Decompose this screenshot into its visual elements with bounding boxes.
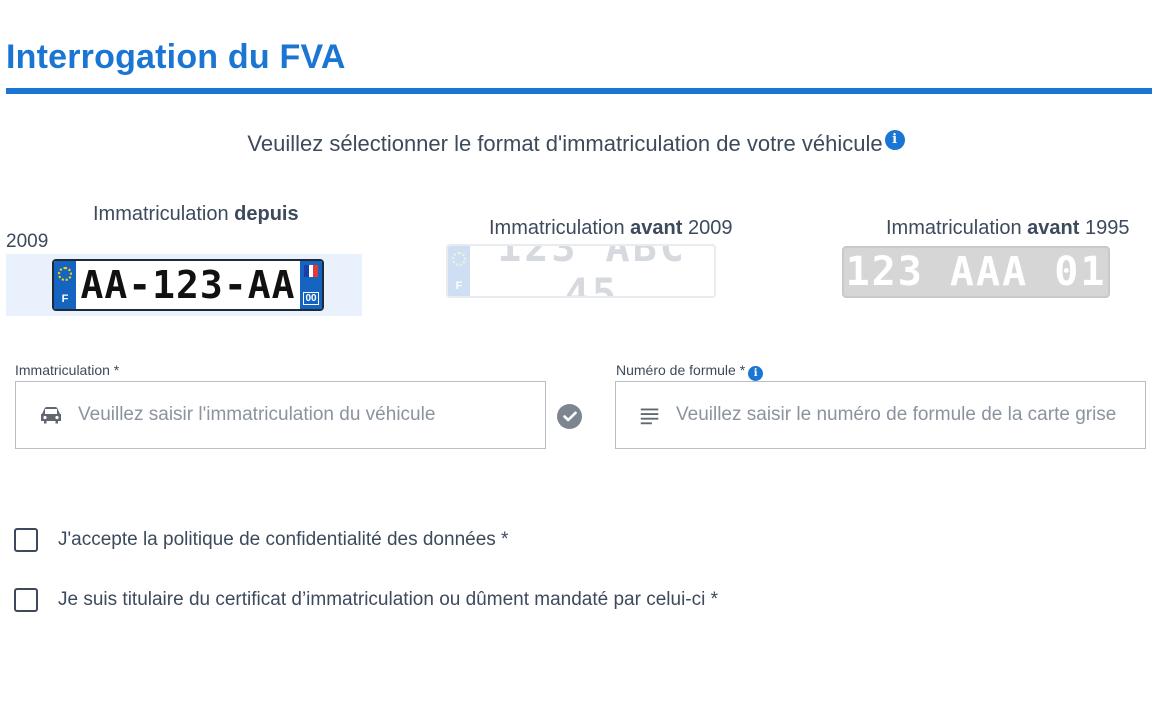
french-flag-icon: [304, 265, 319, 277]
format-option-before-1995[interactable]: 123 AAA 01: [842, 246, 1110, 298]
plate-new-format: F AA-123-AA 00: [52, 259, 324, 311]
car-icon: [41, 407, 61, 424]
format-label-before-1995: Immatriculation avant 1995: [886, 217, 1130, 239]
format-label-since-2009: Immatriculation depuis: [93, 203, 299, 225]
holder-mandate-row[interactable]: Je suis titulaire du certificat d’immatr…: [14, 588, 718, 612]
format-label-before-2009: Immatriculation avant 2009: [489, 217, 733, 239]
eu-country-letter: F: [61, 293, 69, 305]
format-instruction: Veuillez sélectionner le format d'immatr…: [0, 130, 1152, 157]
check-circle-icon[interactable]: [557, 404, 582, 429]
eu-country-letter: F: [455, 280, 463, 292]
holder-mandate-checkbox[interactable]: [14, 588, 38, 612]
department-number: 00: [303, 292, 319, 305]
title-divider: [6, 88, 1152, 94]
format-option-before-2009[interactable]: F 123 ABC 45: [446, 244, 716, 298]
text-lines-icon: [640, 408, 659, 425]
eu-stars-icon: [452, 252, 466, 266]
privacy-consent-label: J'accepte la politique de confidentialit…: [58, 529, 509, 550]
plate-text: 123 AAA 01: [845, 249, 1107, 295]
page-title: Interrogation du FVA: [6, 38, 346, 76]
immatriculation-label: Immatriculation *: [15, 362, 120, 378]
plate-text: AA-123-AA: [80, 263, 296, 307]
plate-text: 123 ABC 45: [497, 244, 687, 298]
format-label-since-2009-year: 2009: [6, 231, 49, 252]
immatriculation-field: [15, 381, 546, 449]
format-instruction-text: Veuillez sélectionner le format d'immatr…: [247, 131, 883, 156]
eu-band: F: [448, 246, 470, 296]
info-icon[interactable]: i: [884, 130, 905, 150]
eu-stars-icon: [58, 267, 72, 281]
check-mark-icon: [562, 411, 577, 422]
holder-mandate-label: Je suis titulaire du certificat d’immatr…: [58, 589, 719, 610]
privacy-consent-checkbox[interactable]: [14, 528, 38, 552]
formule-field: [615, 381, 1146, 449]
formule-input[interactable]: [676, 404, 1145, 426]
department-band: 00: [300, 261, 322, 309]
format-option-since-2009[interactable]: F AA-123-AA 00: [6, 254, 362, 316]
formule-info-icon[interactable]: i: [748, 366, 764, 381]
eu-band: F: [54, 261, 76, 309]
immatriculation-input[interactable]: [78, 404, 545, 426]
privacy-consent-row[interactable]: J'accepte la politique de confidentialit…: [14, 528, 508, 552]
formule-label: Numéro de formule * i: [616, 362, 764, 381]
